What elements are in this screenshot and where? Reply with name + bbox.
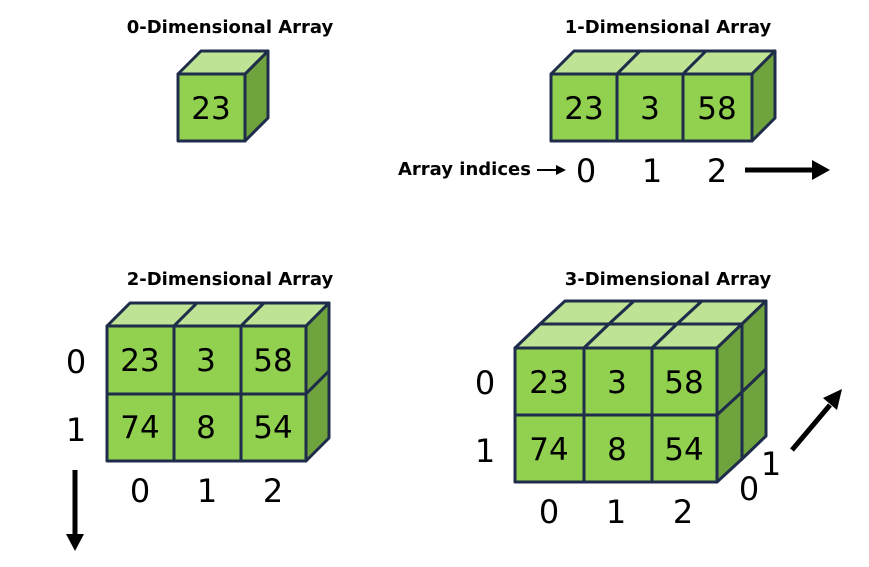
two-d-value: 3: [196, 343, 216, 379]
two-d-value: 54: [253, 410, 292, 446]
three-d-col-index: 0: [539, 493, 559, 531]
two-d-row-index: 1: [66, 411, 86, 449]
three-d-depth-index: 1: [761, 445, 781, 483]
two-d-value: 74: [120, 410, 159, 446]
three-d-value: 74: [529, 432, 568, 468]
one-d-cubes: 23 3 58: [549, 49, 777, 143]
zero-d-value: 23: [191, 91, 230, 127]
two-d-cubes: 23 3 58 74 8 54: [105, 301, 331, 463]
two-d-row-axis-arrowhead-icon: [66, 534, 84, 551]
three-d-row-index: 0: [475, 364, 495, 402]
two-d-col-index: 2: [263, 472, 283, 510]
zero-d-cube: 23: [176, 49, 270, 143]
two-d-title: 2-Dimensional Array: [127, 269, 334, 290]
one-d-index: 2: [707, 152, 727, 190]
three-d-value: 8: [607, 432, 627, 468]
zero-d-array-panel: 0-Dimensional Array 23: [127, 17, 334, 143]
two-d-array-panel: 2-Dimensional Array 23 3 58 74 8 54 0 1: [66, 269, 334, 551]
two-d-value: 58: [253, 343, 292, 379]
three-d-col-index: 2: [673, 493, 693, 531]
one-d-value: 58: [697, 91, 736, 127]
one-d-value: 3: [640, 91, 660, 127]
two-d-value: 8: [196, 410, 216, 446]
one-d-axis-arrowhead-icon: [812, 160, 830, 180]
three-d-depth-index: 0: [739, 470, 759, 508]
one-d-title: 1-Dimensional Array: [565, 17, 772, 38]
three-d-value: 3: [607, 365, 627, 401]
one-d-index: 1: [642, 152, 662, 190]
one-d-array-panel: 1-Dimensional Array 23 3 58 Array indice…: [398, 17, 830, 190]
three-d-depth-axis-arrow-icon: [790, 403, 832, 452]
three-d-array-panel: 3-Dimensional Array 23 3 58 74 8 54 0 1 …: [475, 269, 842, 531]
three-d-value: 58: [664, 365, 703, 401]
one-d-value: 23: [564, 91, 603, 127]
array-dimensions-diagram: 0-Dimensional Array 23 1-Dimensional Arr…: [66, 17, 842, 551]
two-d-col-index: 0: [130, 472, 150, 510]
three-d-title: 3-Dimensional Array: [565, 269, 772, 290]
three-d-value: 54: [664, 432, 703, 468]
one-d-index: 0: [576, 152, 596, 190]
three-d-value: 23: [529, 365, 568, 401]
array-indices-label: Array indices: [398, 159, 531, 180]
three-d-row-index: 1: [475, 432, 495, 470]
two-d-value: 23: [120, 343, 159, 379]
two-d-row-index: 0: [66, 343, 86, 381]
two-d-col-index: 1: [197, 472, 217, 510]
three-d-col-index: 1: [606, 493, 626, 531]
zero-d-title: 0-Dimensional Array: [127, 17, 334, 38]
three-d-cubes: 23 3 58 74 8 54: [513, 299, 768, 484]
